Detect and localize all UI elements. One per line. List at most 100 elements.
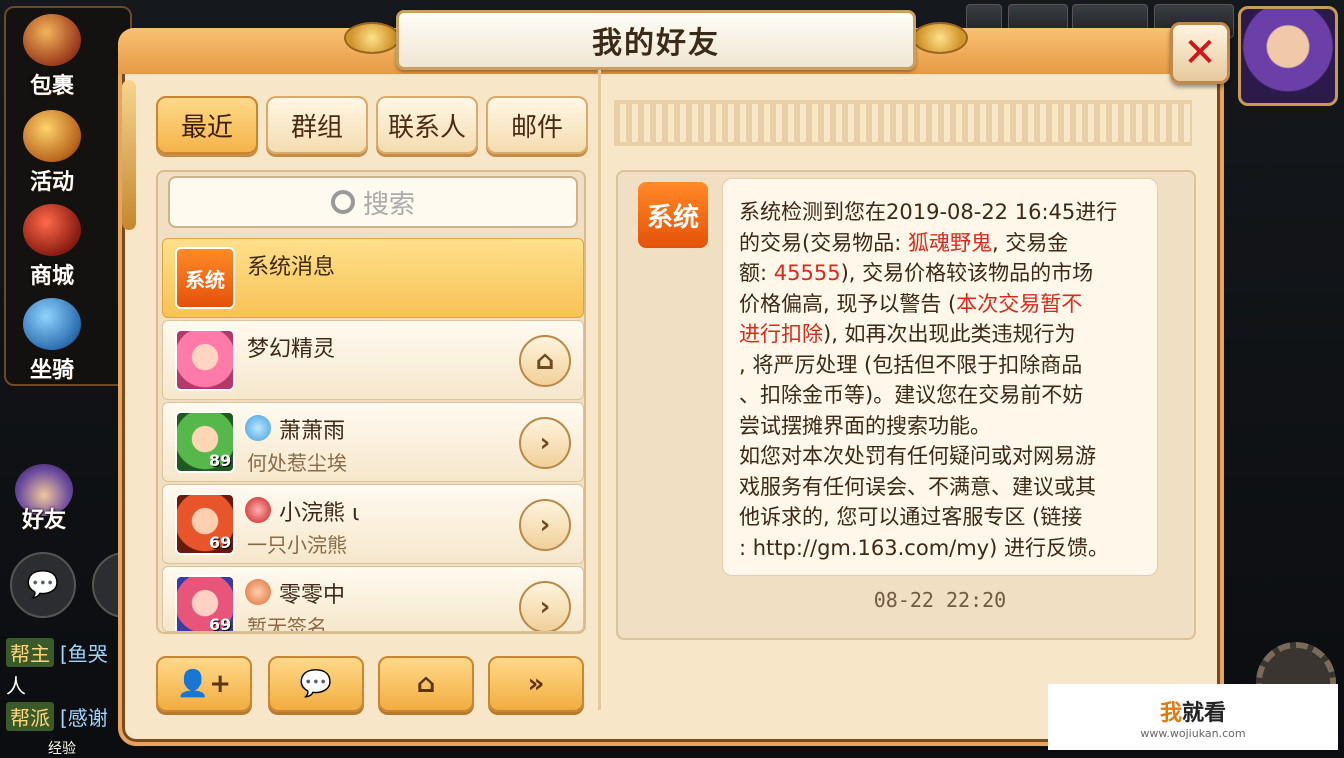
search-input[interactable]: 搜索 bbox=[168, 176, 578, 228]
fret-border-ornament bbox=[614, 100, 1192, 146]
home-icon: ⌂ bbox=[416, 669, 436, 699]
home-button[interactable]: ⌂ bbox=[519, 335, 571, 387]
faction-icon bbox=[245, 579, 271, 605]
activity-label: 活动 bbox=[29, 170, 74, 195]
add-user-icon: 👤+ bbox=[176, 669, 232, 699]
watermark: 我就看 www.wojiukan.com bbox=[1048, 684, 1338, 750]
level-badge: 69 bbox=[209, 615, 232, 632]
chat-line: 人 bbox=[6, 670, 26, 698]
message-bubble: 系统检测到您在2019-08-22 16:45进行 的交易(交易物品: 狐魂野鬼… bbox=[722, 178, 1158, 576]
system-sender-icon: 系统 bbox=[638, 182, 708, 248]
contact-name: 系统消息 bbox=[247, 255, 336, 280]
search-placeholder: 搜索 bbox=[362, 189, 415, 220]
level-badge: 89 bbox=[209, 451, 232, 470]
chevron-right-icon: › bbox=[539, 428, 551, 458]
message-line: 如您对本次处罚有任何疑问或对网易游 bbox=[739, 444, 1096, 468]
double-chevron-icon: » bbox=[527, 669, 545, 699]
mount-button[interactable]: 坐骑 bbox=[16, 298, 88, 383]
message-line: 戏服务有任何误会、不满意、建议或其 bbox=[739, 474, 1096, 499]
tab-groups[interactable]: 群组 bbox=[266, 96, 368, 154]
dialog-title: 我的好友 bbox=[592, 26, 720, 61]
contact-name: 零零中 bbox=[279, 583, 346, 608]
message-line: : http://gm.163.com/my) 进行反馈。 bbox=[739, 535, 1109, 560]
message-line: 、扣除金币等)。建议您在交易前不妨 bbox=[739, 383, 1084, 407]
close-icon: ✕ bbox=[1183, 30, 1217, 76]
shop-button[interactable]: 商城 bbox=[16, 204, 88, 289]
warning-text: 进行扣除 bbox=[739, 322, 823, 346]
open-chat-button[interactable]: › bbox=[519, 499, 571, 551]
contact-name: 小浣熊 ι bbox=[279, 501, 360, 526]
player-avatar[interactable] bbox=[1238, 6, 1338, 106]
warning-text: 本次交易暂不 bbox=[956, 291, 1083, 316]
list-item[interactable]: 梦幻精灵 ⌂ bbox=[162, 320, 584, 400]
tab-mail[interactable]: 邮件 bbox=[486, 96, 588, 154]
activity-button[interactable]: 活动 bbox=[16, 110, 88, 195]
home-button[interactable]: ⌂ bbox=[378, 656, 474, 712]
tassel-ornament-icon bbox=[122, 80, 136, 230]
faction-icon bbox=[245, 497, 271, 523]
message-line: 价格偏高, 现予以警告 (本次交易暂不 bbox=[739, 291, 1083, 316]
contact-signature: 一只小浣熊 bbox=[247, 533, 347, 557]
list-item[interactable]: 89 萧萧雨 何处惹尘埃 › bbox=[162, 402, 584, 482]
contact-signature: 何处惹尘埃 bbox=[247, 451, 347, 475]
contact-name: 梦幻精灵 bbox=[247, 337, 336, 362]
chat-tag: 帮派 bbox=[6, 701, 54, 731]
open-chat-button[interactable]: › bbox=[519, 417, 571, 469]
open-chat-button[interactable]: › bbox=[519, 581, 571, 631]
faction-icon bbox=[245, 415, 271, 441]
level-badge: 69 bbox=[209, 533, 232, 552]
tab-recent[interactable]: 最近 bbox=[156, 96, 258, 154]
horn-icon bbox=[23, 110, 81, 162]
contact-signature: 暂无签名 bbox=[247, 615, 327, 632]
chat-text: 人 bbox=[6, 673, 26, 698]
tab-contacts[interactable]: 联系人 bbox=[376, 96, 478, 154]
message-timestamp: 08-22 22:20 bbox=[873, 588, 1007, 612]
chat-text: [鱼哭 bbox=[60, 641, 108, 666]
mount-label: 坐骑 bbox=[29, 358, 74, 383]
list-item[interactable]: 69 小浣熊 ι 一只小浣熊 › bbox=[162, 484, 584, 564]
trade-amount: 45555 bbox=[773, 261, 841, 285]
system-badge-icon: 系统 bbox=[175, 247, 235, 309]
add-friend-button[interactable]: 👤+ bbox=[156, 656, 252, 712]
bag-label: 包裹 bbox=[29, 74, 74, 99]
bag-icon bbox=[23, 14, 81, 66]
chat-bubble-icon: 💬 bbox=[299, 669, 333, 699]
message-line: , 将严厉处理 (包括但不限于扣除商品 bbox=[739, 352, 1083, 377]
bag-button[interactable]: 包裹 bbox=[16, 14, 88, 99]
dialog-title-plate: 我的好友 bbox=[396, 10, 916, 70]
message-line: 进行扣除), 如再次出现此类违规行为 bbox=[739, 322, 1076, 346]
close-button[interactable]: ✕ bbox=[1170, 22, 1230, 84]
cloud-ornament-icon bbox=[344, 22, 400, 54]
watermark-url: www.wojiukan.com bbox=[1140, 726, 1246, 740]
chat-text: [感谢 bbox=[60, 705, 108, 730]
friends-label: 好友 bbox=[21, 508, 66, 533]
speech-bubble-icon: 💬 bbox=[26, 570, 60, 600]
mount-icon bbox=[23, 298, 81, 350]
list-item-system-messages[interactable]: 系统 系统消息 bbox=[162, 238, 584, 318]
message-line: 尝试摆摊界面的搜索功能。 bbox=[739, 413, 991, 438]
shop-icon bbox=[23, 204, 81, 256]
more-button[interactable]: » bbox=[488, 656, 584, 712]
chat-toggle-button[interactable]: 💬 bbox=[10, 552, 76, 618]
chevron-right-icon: › bbox=[539, 510, 551, 540]
search-icon bbox=[330, 190, 355, 214]
chat-button[interactable]: 💬 bbox=[268, 656, 364, 712]
message-line: 额: 45555), 交易价格较该物品的市场 bbox=[739, 261, 1094, 285]
chevron-right-icon: › bbox=[539, 592, 551, 622]
message-line: 系统检测到您在2019-08-22 16:45进行 bbox=[739, 200, 1118, 224]
list-item[interactable]: 69 零零中 暂无签名 › bbox=[162, 566, 584, 632]
chat-tag: 帮主 bbox=[6, 637, 54, 667]
shop-label: 商城 bbox=[29, 264, 74, 289]
chat-line: 帮主 [鱼哭 bbox=[6, 637, 108, 667]
message-line: 他诉求的, 您可以通过客服专区 (链接 bbox=[739, 505, 1083, 529]
message-line: 的交易(交易物品: 狐魂野鬼, 交易金 bbox=[739, 230, 1069, 255]
watermark-brand: 我就看 bbox=[1159, 700, 1227, 726]
panel-divider bbox=[598, 70, 601, 710]
home-icon: ⌂ bbox=[535, 346, 555, 376]
chat-line: 帮派 [感谢 bbox=[6, 701, 108, 731]
contact-name: 萧萧雨 bbox=[279, 419, 346, 444]
friends-button[interactable]: 好友 bbox=[8, 464, 80, 548]
contact-avatar bbox=[175, 329, 235, 391]
item-name: 狐魂野鬼 bbox=[907, 230, 992, 255]
cloud-ornament-icon bbox=[912, 22, 968, 54]
